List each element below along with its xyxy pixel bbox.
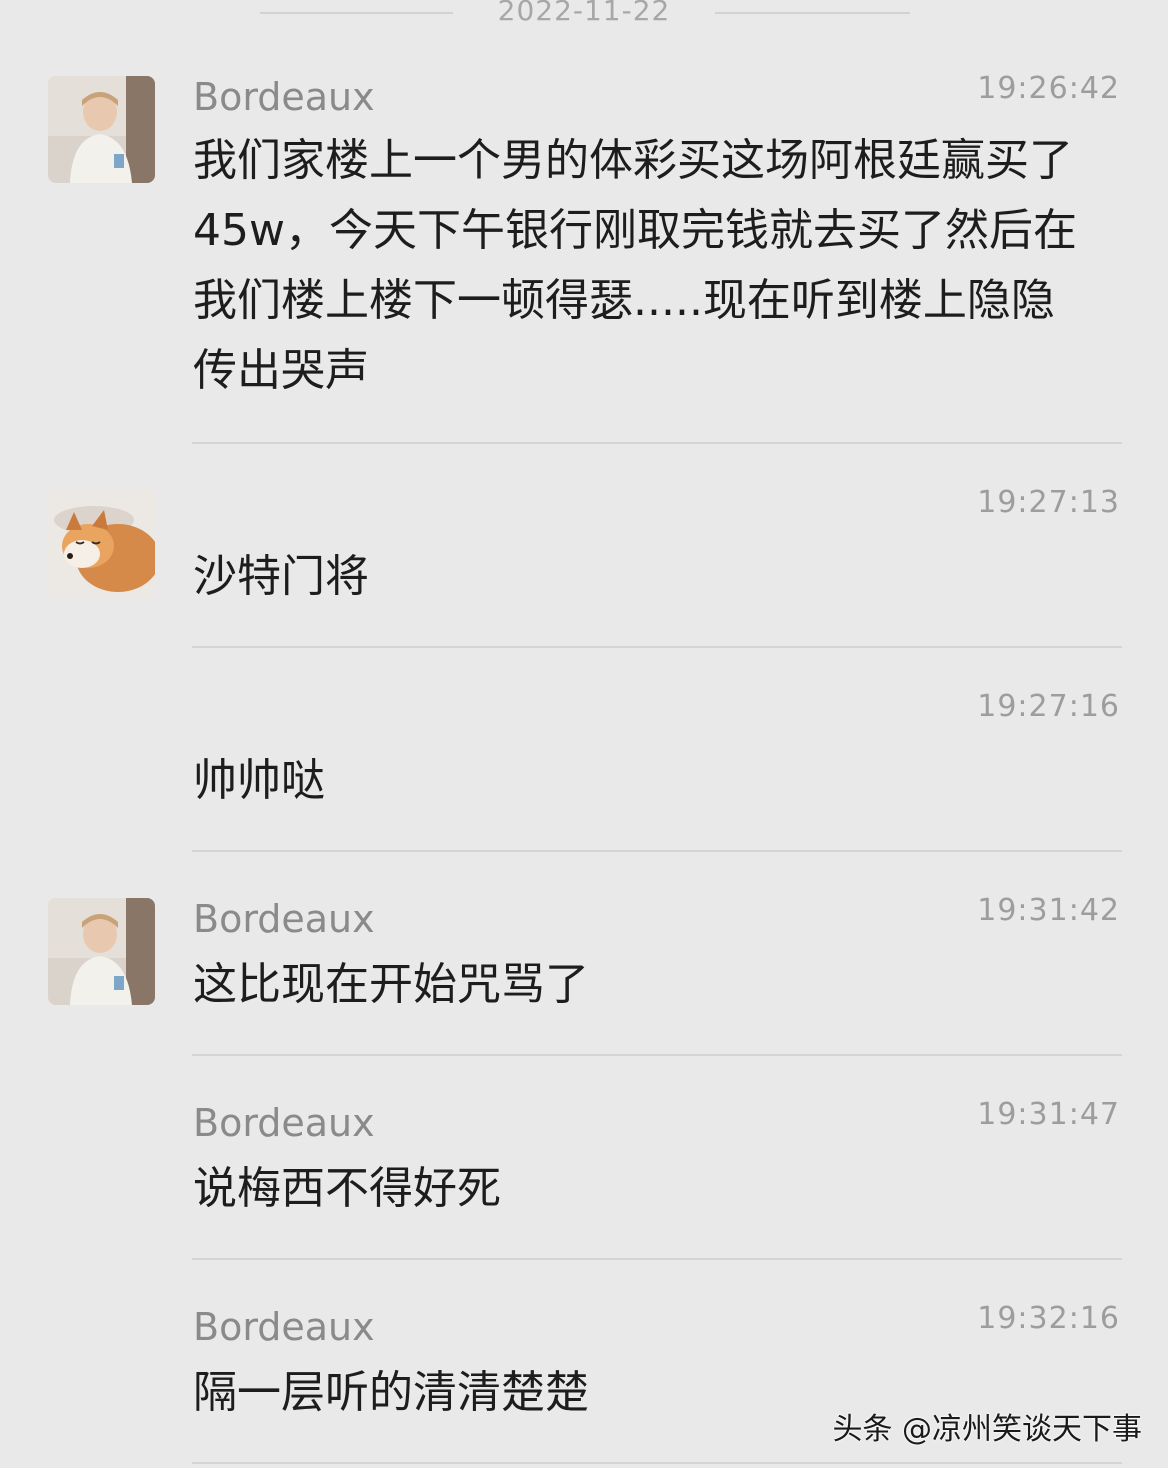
- boy-avatar-icon[interactable]: [48, 76, 155, 183]
- source-watermark: 头条 @凉州笑谈天下事: [832, 1412, 1142, 1447]
- message-text: 沙特门将: [193, 551, 369, 602]
- message-time: 19:27:16: [977, 689, 1120, 724]
- message-text: 说梅西不得好死: [193, 1163, 501, 1214]
- date-label: 2022-11-22: [497, 0, 671, 27]
- sender-name: Bordeaux: [193, 75, 375, 119]
- message-time: 19:31:47: [977, 1097, 1120, 1132]
- message-divider: [192, 442, 1122, 444]
- chat-history-page: 2022-11-22 Bordeaux 19:26:42 我们家楼上一个男的体彩…: [0, 0, 1168, 1468]
- date-separator: 2022-11-22: [0, 0, 1168, 36]
- message-divider: [192, 646, 1122, 648]
- sender-name: Bordeaux: [193, 897, 375, 941]
- message-divider: [192, 1054, 1122, 1056]
- sender-name: Bordeaux: [193, 1101, 375, 1145]
- message-text: 帅帅哒: [193, 755, 325, 806]
- message-divider: [192, 1258, 1122, 1260]
- message-divider: [192, 1462, 1122, 1464]
- message-text: 我们家楼上一个男的体彩买这场阿根廷赢买了45w，今天下午银行刚取完钱就去买了然后…: [193, 135, 1077, 396]
- message-time: 19:32:16: [977, 1301, 1120, 1336]
- message-text: 这比现在开始咒骂了: [193, 959, 589, 1010]
- message-time: 19:31:42: [977, 893, 1120, 928]
- fox-avatar-icon[interactable]: [48, 490, 155, 597]
- message-divider: [192, 850, 1122, 852]
- message-time: 19:26:42: [977, 71, 1120, 106]
- sender-name: Bordeaux: [193, 1305, 375, 1349]
- message-time: 19:27:13: [977, 485, 1120, 520]
- date-divider-right: [715, 12, 910, 14]
- boy-avatar-icon[interactable]: [48, 898, 155, 1005]
